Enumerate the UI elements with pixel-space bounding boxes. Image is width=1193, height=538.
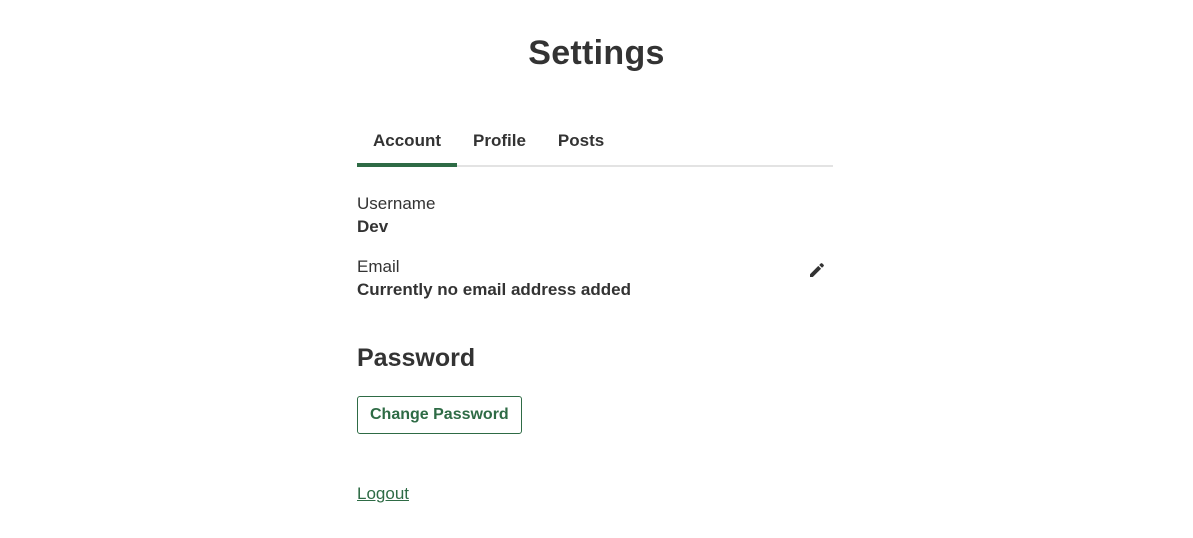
edit-email-button[interactable] [807,260,827,280]
username-field: Username Dev [357,193,833,239]
logout-link[interactable]: Logout [357,484,409,504]
username-value: Dev [357,217,389,236]
tab-profile[interactable]: Profile [457,120,542,165]
email-field: Email Currently no email address added [357,256,833,302]
username-label: Username [357,194,436,213]
page-title: Settings [528,34,665,72]
email-label: Email [357,257,400,276]
tab-posts[interactable]: Posts [542,120,620,165]
pencil-icon [810,263,824,277]
password-section-title: Password [357,344,476,372]
tab-account[interactable]: Account [357,120,457,167]
email-value: Currently no email address added [357,280,631,299]
settings-panel: Account Profile Posts Username Dev Email… [357,120,833,504]
change-password-button[interactable]: Change Password [357,396,522,434]
settings-tabs: Account Profile Posts [357,120,833,167]
